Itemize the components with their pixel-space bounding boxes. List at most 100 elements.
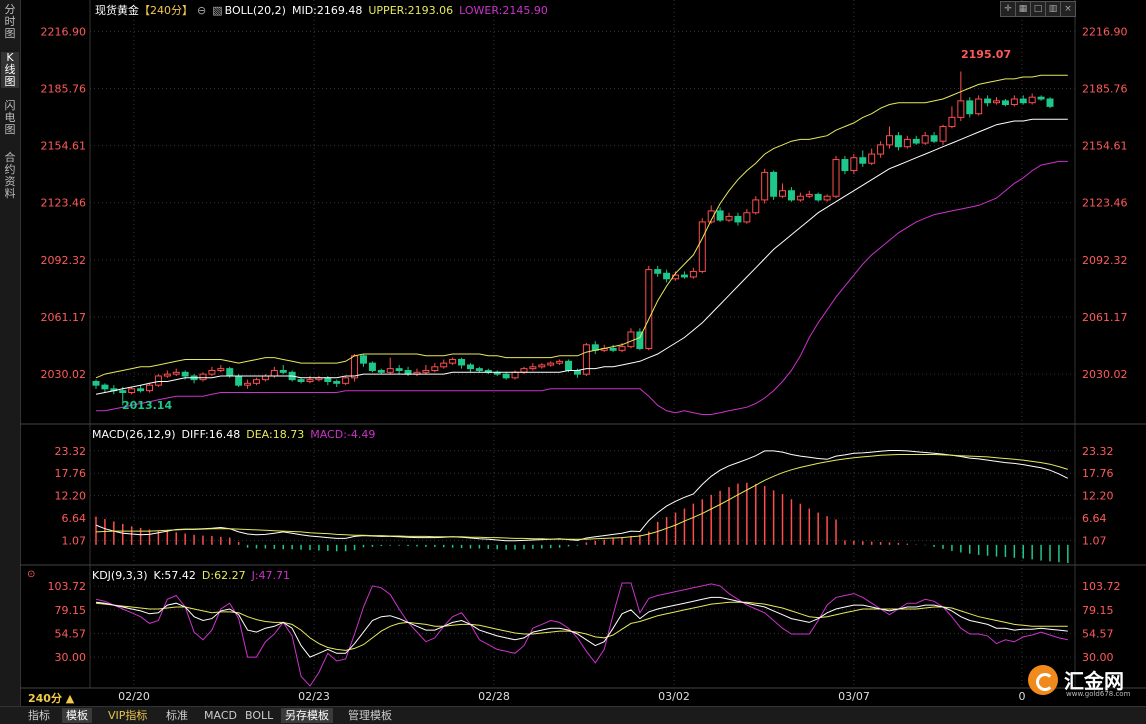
candle-body — [351, 355, 359, 379]
candle-body — [886, 135, 894, 146]
candle-body — [850, 157, 858, 172]
candle-body — [217, 368, 225, 371]
candle-body — [921, 135, 929, 144]
candle-body — [386, 368, 394, 373]
candle-body — [199, 373, 207, 381]
candle-body — [868, 153, 876, 164]
candle-body — [698, 221, 706, 272]
macd-tick-left: 17.76 — [55, 467, 87, 480]
tab-macd[interactable]: MACD — [200, 708, 241, 723]
candle-body — [163, 373, 171, 377]
candle-body — [1037, 96, 1045, 100]
candle-body — [948, 116, 956, 128]
tab-timeshare[interactable]: 分时图 — [1, 4, 19, 40]
candle-body — [752, 199, 760, 214]
kdj-tick-left: 54.57 — [55, 627, 87, 640]
tab-flash[interactable]: 闪电图 — [1, 100, 19, 136]
tab-vip-indicator[interactable]: VIP指标 — [104, 708, 151, 723]
candle-body — [538, 364, 546, 368]
candle-body — [984, 98, 992, 104]
candle-body — [235, 375, 243, 386]
macd-tick-left: 6.64 — [62, 512, 87, 525]
price-tick-right: 2061.17 — [1082, 311, 1128, 324]
candle-body — [716, 210, 724, 221]
tab-contract-info[interactable]: 合约资料 — [1, 152, 19, 200]
window-icon[interactable]: □ — [1030, 1, 1046, 17]
candle-body — [912, 138, 920, 144]
candle-body — [475, 368, 483, 371]
macd-tick-left: 12.20 — [55, 490, 87, 503]
macd-label: MACD(26,12,9) — [92, 428, 176, 441]
candle-body — [680, 274, 688, 278]
candle-body — [993, 100, 1001, 104]
boll-mid: MID:2169.48 — [292, 4, 362, 17]
kdj-tick-left: 103.72 — [48, 580, 87, 593]
settings-icon[interactable]: ⊙ — [27, 569, 35, 580]
price-tick-left: 2030.02 — [41, 368, 87, 381]
candle-body — [119, 390, 127, 393]
candle-body — [1010, 98, 1018, 106]
kdj-tick-right: 79.15 — [1082, 604, 1114, 617]
candle-body — [431, 366, 439, 371]
header-line: 现货黄金【240分】 ⊖ ▧ BOLL(20,2) MID:2169.48 UPPER:2… — [95, 3, 548, 17]
candle-body — [663, 272, 671, 280]
candle-body — [1046, 98, 1054, 107]
grid-icon[interactable]: ▥ — [1045, 1, 1061, 17]
candle-body — [654, 269, 662, 274]
tab-manage-template[interactable]: 管理模板 — [344, 708, 396, 723]
period-selector[interactable]: 240分 ▲ — [28, 690, 74, 706]
candle-body — [957, 100, 965, 118]
macd-tick-right: 1.07 — [1082, 535, 1107, 548]
tab-kline[interactable]: K线图 — [1, 52, 19, 88]
macd-diff: DIFF:16.48 — [182, 428, 241, 441]
candle-body — [520, 368, 528, 373]
tab-boll[interactable]: BOLL — [241, 708, 277, 723]
candle-body — [101, 384, 109, 390]
close-panel-icon[interactable]: × — [1060, 1, 1076, 17]
kdj-header: KDJ(9,3,3) K:57.42 D:62.27 J:47.71 — [92, 569, 290, 582]
candle-body — [814, 193, 822, 201]
candle-body — [458, 358, 466, 366]
candle-body — [368, 362, 376, 371]
macd-value: MACD:-4.49 — [310, 428, 375, 441]
candle-body — [244, 382, 252, 386]
candle-body — [297, 379, 305, 382]
zoom-icon[interactable]: ▦ — [1015, 1, 1031, 17]
candle-body — [805, 193, 813, 197]
kdj-j-line — [95, 582, 1068, 687]
candle-body — [787, 190, 795, 201]
candle-body — [172, 371, 180, 375]
kdj-d: D:62.27 — [202, 569, 246, 582]
kdj-tick-left: 30.00 — [55, 651, 87, 664]
candle-body — [1001, 100, 1009, 106]
candle-body — [618, 346, 626, 351]
period-tag: 【240分】 — [139, 4, 193, 17]
boll-label: BOLL(20,2) — [225, 4, 286, 17]
boll-mid-line — [95, 118, 1068, 395]
candle-body — [627, 331, 635, 348]
tab-indicator[interactable]: 指标 — [24, 708, 54, 723]
candle-body — [823, 195, 831, 201]
macd-tick-right: 17.76 — [1082, 467, 1114, 480]
x-tick: 03/07 — [838, 690, 870, 703]
x-tick: 02/28 — [478, 690, 510, 703]
candle-body — [145, 384, 153, 392]
x-tick: 02/20 — [118, 690, 150, 703]
candle-body — [832, 159, 840, 197]
tab-standard[interactable]: 标准 — [162, 708, 192, 723]
price-tick-right: 2030.02 — [1082, 368, 1128, 381]
tab-save-template[interactable]: 另存模板 — [281, 708, 333, 723]
crosshair-icon[interactable]: ✛ — [1000, 1, 1016, 17]
price-tick-left: 2216.90 — [41, 25, 87, 38]
kdj-tick-right: 54.57 — [1082, 627, 1114, 640]
candle-body — [359, 355, 367, 364]
tab-template[interactable]: 模板 — [62, 708, 92, 723]
candle-body — [582, 344, 590, 375]
x-tick: 02/23 — [298, 690, 330, 703]
x-tick: 03/02 — [658, 690, 690, 703]
candle-body — [226, 368, 234, 377]
candle-body — [333, 380, 341, 384]
boll-upper: UPPER:2193.06 — [368, 4, 453, 17]
macd-dea-line — [95, 454, 1068, 540]
candle-body — [796, 195, 804, 201]
